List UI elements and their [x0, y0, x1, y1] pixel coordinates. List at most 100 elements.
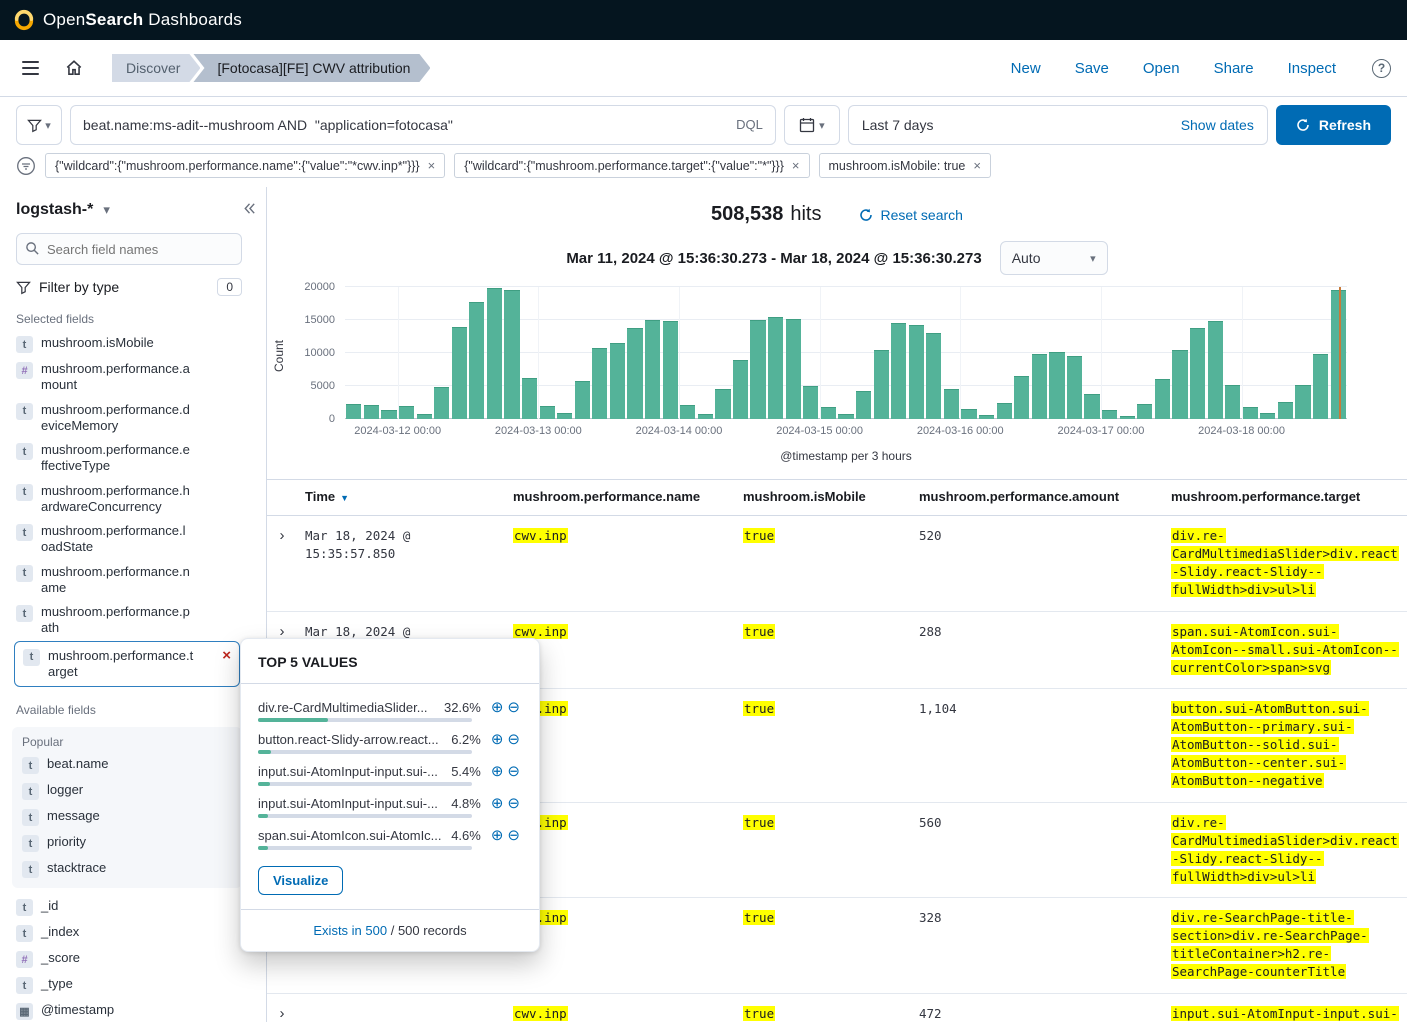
histogram-bar[interactable] [575, 381, 590, 419]
histogram-bar[interactable] [364, 405, 379, 419]
histogram-bar[interactable] [1295, 385, 1310, 419]
histogram-bar[interactable] [434, 387, 449, 419]
histogram-bar[interactable] [856, 391, 871, 419]
column-header-time[interactable]: Time▼ [297, 480, 505, 516]
filter-by-type-button[interactable]: Filter by type 0 [16, 278, 242, 296]
histogram-bar[interactable] [1243, 407, 1258, 419]
histogram-bar[interactable] [1120, 416, 1135, 419]
filter-out-value-icon[interactable]: ⊖ [505, 764, 522, 779]
histogram-bar[interactable] [610, 343, 625, 419]
filter-for-value-icon[interactable]: ⊕ [489, 700, 506, 715]
collapse-sidebar-icon[interactable] [242, 201, 257, 219]
remove-filter-icon[interactable]: × [792, 158, 800, 173]
field-message[interactable]: tmessage [22, 804, 248, 830]
field-priority[interactable]: tpriority [22, 830, 248, 856]
nav-action-new[interactable]: New [1011, 60, 1041, 77]
histogram-bar[interactable] [1014, 376, 1029, 419]
histogram-bar[interactable] [522, 378, 537, 419]
histogram-bar[interactable] [961, 409, 976, 419]
histogram-bar[interactable] [874, 350, 889, 419]
histogram-bar[interactable] [1278, 402, 1293, 419]
visualize-button[interactable]: Visualize [258, 866, 343, 895]
histogram-bar[interactable] [909, 325, 924, 419]
field-mushroom.performance.effectiveType[interactable]: tmushroom.performance.effectiveType [16, 438, 242, 479]
field-mushroom.isMobile[interactable]: tmushroom.isMobile [16, 331, 242, 357]
histogram-bar[interactable] [786, 319, 801, 419]
histogram-bar[interactable] [803, 386, 818, 419]
filter-pill[interactable]: {"wildcard":{"mushroom.performance.targe… [454, 153, 809, 178]
index-pattern-selector[interactable]: logstash-* [16, 201, 93, 219]
histogram-bar[interactable] [1102, 410, 1117, 419]
histogram-bar[interactable] [1190, 328, 1205, 419]
histogram-bar[interactable] [891, 323, 906, 419]
histogram-bar[interactable] [715, 389, 730, 419]
histogram-bar[interactable] [1067, 356, 1082, 419]
histogram-bar[interactable] [944, 389, 959, 419]
histogram-bar[interactable] [768, 317, 783, 419]
histogram-bar[interactable] [469, 302, 484, 419]
field-_type[interactable]: t_type [16, 972, 242, 998]
remove-filter-icon[interactable]: × [428, 158, 436, 173]
histogram-bar[interactable] [1032, 354, 1047, 419]
expand-row-icon[interactable]: › [267, 516, 297, 612]
histogram-bar[interactable] [540, 406, 555, 419]
breadcrumb-item[interactable]: Discover [112, 54, 200, 82]
filter-options-icon[interactable] [16, 156, 36, 176]
filter-for-value-icon[interactable]: ⊕ [489, 764, 506, 779]
filter-out-value-icon[interactable]: ⊖ [505, 796, 522, 811]
histogram-bar[interactable] [346, 404, 361, 419]
menu-icon[interactable] [16, 54, 44, 82]
filter-pill[interactable]: {"wildcard":{"mushroom.performance.name"… [45, 153, 445, 178]
field-mushroom.performance.hardwareConcurrency[interactable]: tmushroom.performance.hardwareConcurrenc… [16, 479, 242, 520]
query-language-toggle[interactable]: DQL [736, 117, 763, 132]
histogram-bar[interactable] [1137, 404, 1152, 419]
remove-filter-icon[interactable]: × [973, 158, 981, 173]
show-dates-link[interactable]: Show dates [1181, 117, 1254, 133]
histogram-bar[interactable] [627, 328, 642, 419]
histogram-bar[interactable] [750, 320, 765, 419]
interval-select[interactable]: Auto▾ [1000, 241, 1108, 275]
field-beat.name[interactable]: tbeat.name [22, 752, 248, 778]
histogram-bar[interactable] [592, 348, 607, 419]
field-mushroom.performance.amount[interactable]: #mushroom.performance.amount [16, 357, 242, 398]
field-_index[interactable]: t_index [16, 920, 242, 946]
histogram-bar[interactable] [698, 414, 713, 419]
index-pattern-chevron-icon[interactable]: ▾ [103, 202, 110, 218]
filter-pill[interactable]: mushroom.isMobile: true× [819, 153, 991, 178]
histogram-bar[interactable] [1313, 354, 1328, 419]
histogram-bar[interactable] [557, 413, 572, 419]
field-mushroom.performance.name[interactable]: tmushroom.performance.name [16, 560, 242, 601]
histogram-bar[interactable] [997, 403, 1012, 420]
histogram-bar[interactable] [1155, 379, 1170, 419]
histogram-bar[interactable] [381, 410, 396, 419]
nav-action-inspect[interactable]: Inspect [1288, 60, 1336, 77]
histogram-bar[interactable] [1208, 321, 1223, 419]
field-mushroom.performance.target[interactable]: tmushroom.performance.target× [14, 641, 240, 688]
histogram-bar[interactable] [487, 288, 502, 419]
histogram-bar[interactable] [1049, 352, 1064, 419]
histogram-bar[interactable] [399, 406, 414, 419]
expand-row-icon[interactable]: › [267, 993, 297, 1022]
query-input[interactable] [70, 105, 776, 145]
field-mushroom.performance.path[interactable]: tmushroom.performance.path [16, 600, 242, 641]
filter-out-value-icon[interactable]: ⊖ [505, 828, 522, 843]
histogram-bar[interactable] [680, 405, 695, 419]
opensearch-logo-icon[interactable] [13, 9, 35, 31]
histogram-bar[interactable] [821, 407, 836, 419]
refresh-button[interactable]: Refresh [1276, 105, 1391, 145]
sort-descending-icon[interactable]: ▼ [340, 493, 349, 503]
filter-for-value-icon[interactable]: ⊕ [489, 732, 506, 747]
remove-field-icon[interactable]: × [222, 648, 231, 663]
nav-action-open[interactable]: Open [1143, 60, 1180, 77]
date-picker-button[interactable]: ▾ [784, 105, 840, 145]
histogram-bar[interactable] [979, 415, 994, 419]
filter-out-value-icon[interactable]: ⊖ [505, 700, 522, 715]
help-icon[interactable]: ? [1372, 59, 1391, 78]
field-search-input[interactable] [16, 233, 242, 265]
nav-action-share[interactable]: Share [1214, 60, 1254, 77]
histogram-bar[interactable] [645, 320, 660, 419]
field-_score[interactable]: #_score [16, 946, 242, 972]
histogram-bar[interactable] [1084, 394, 1099, 419]
filter-out-value-icon[interactable]: ⊖ [505, 732, 522, 747]
histogram-bar[interactable] [1225, 385, 1240, 419]
